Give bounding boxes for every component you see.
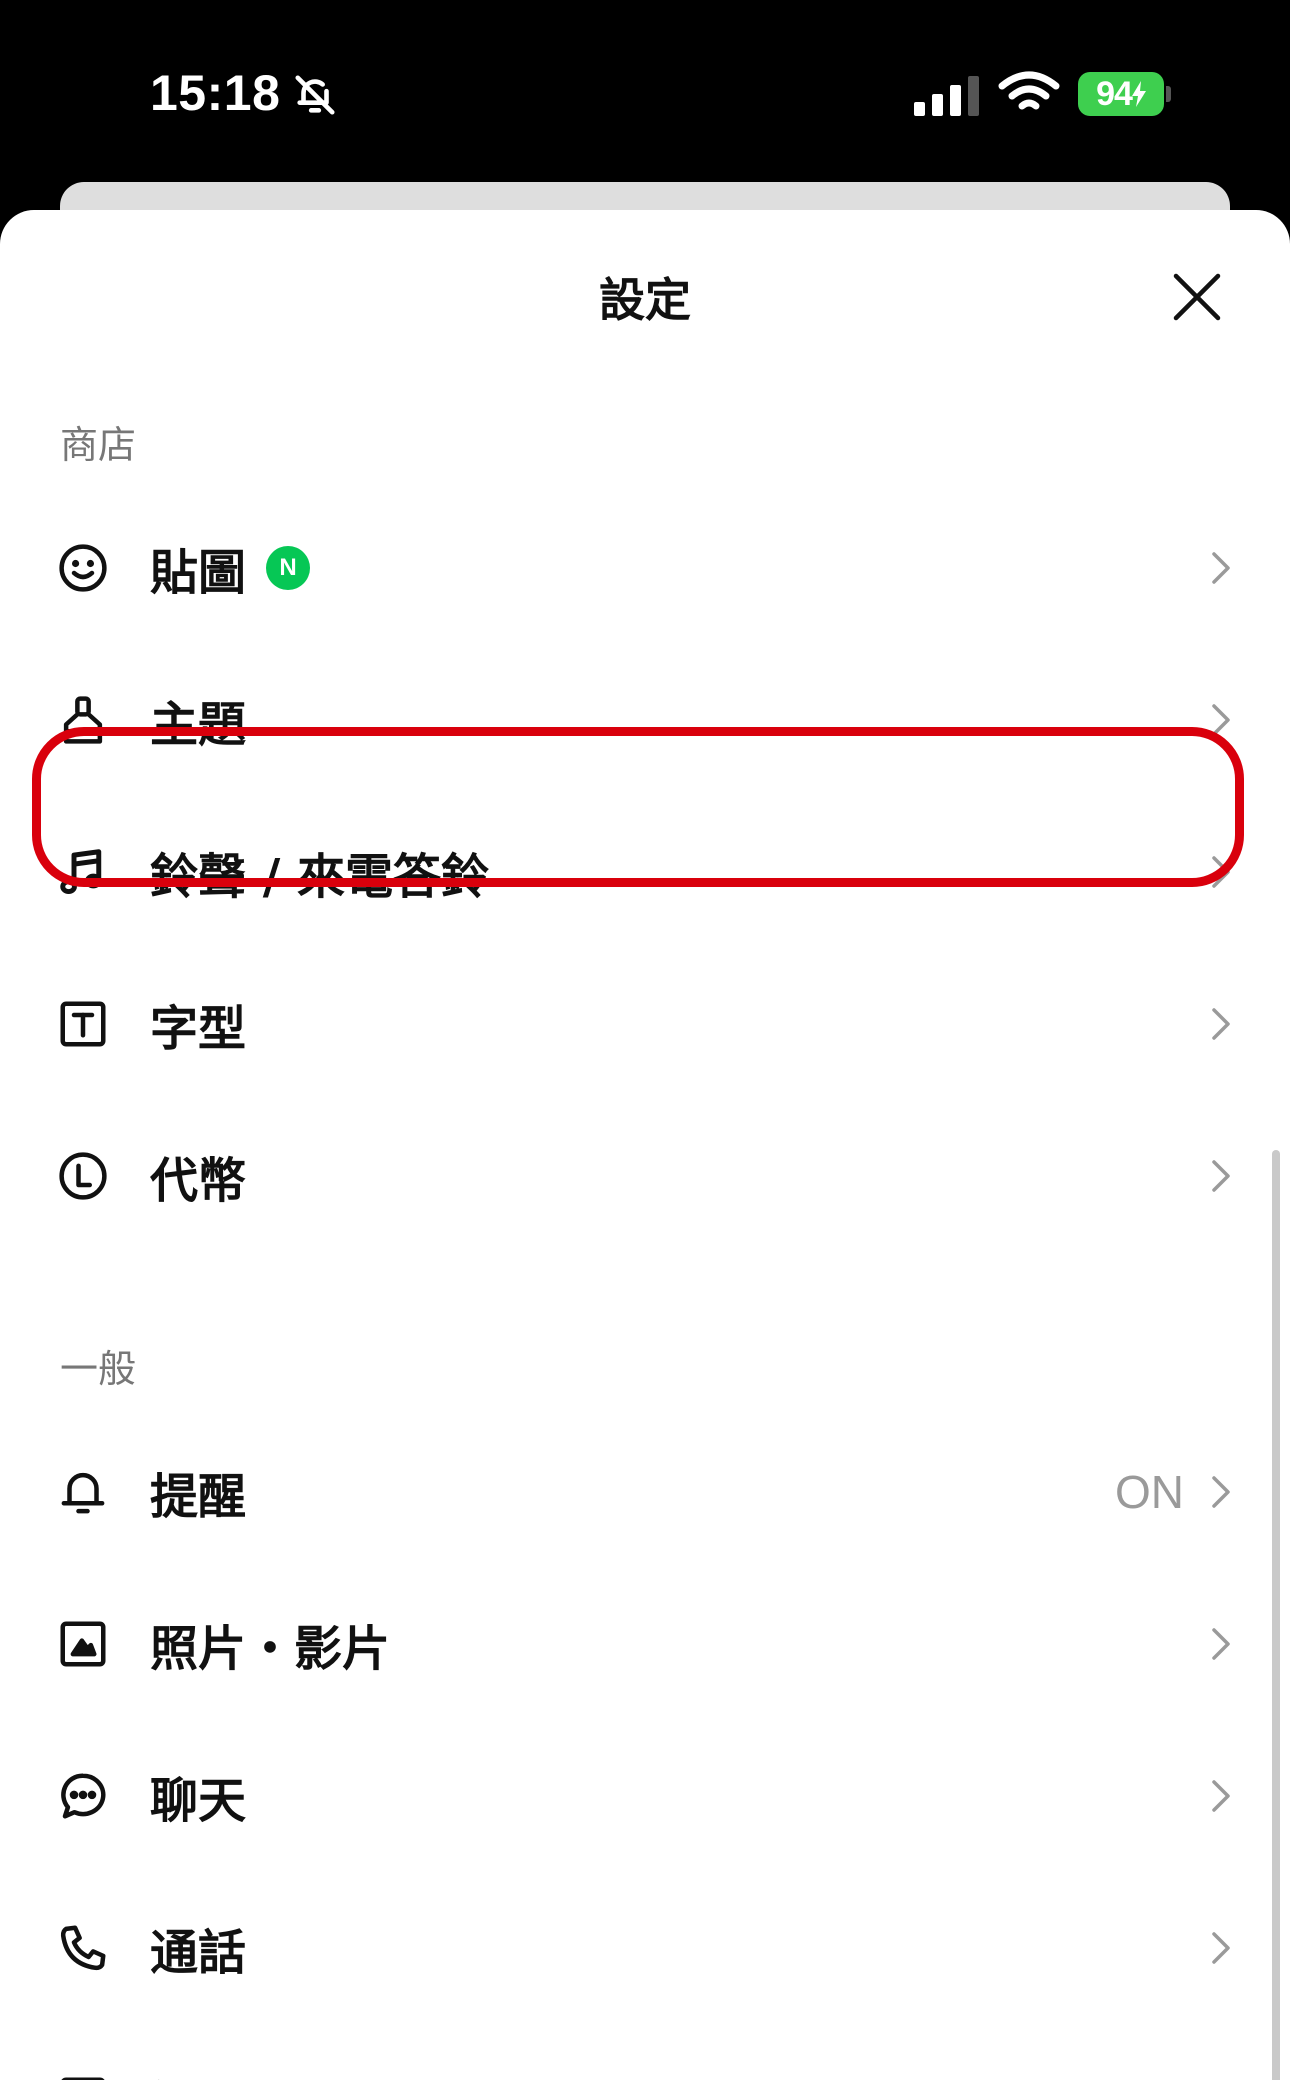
- settings-item-label: 好友: [150, 2065, 246, 2080]
- notifications-status: ON: [1115, 1466, 1184, 1518]
- battery-indicator: 94: [1078, 72, 1164, 116]
- cellular-signal-icon: [914, 76, 979, 116]
- settings-item-label: 字型: [150, 1001, 247, 1057]
- battery-charging-icon: [1131, 81, 1146, 107]
- coin-icon: [59, 1152, 107, 1200]
- phone-icon: [60, 1925, 106, 1971]
- settings-item-label: 通話: [150, 1925, 247, 1981]
- settings-item-label: 聊天: [150, 1773, 247, 1829]
- scrollbar[interactable]: [1272, 1150, 1280, 2080]
- settings-sheet: 設定 商店 貼圖 N 主題 鈴聲 / 來電答鈴 字型 代幣 一般 提醒 ON 照…: [0, 210, 1290, 2080]
- status-bar: 15:18 94: [0, 0, 1290, 185]
- settings-item-label: 提醒: [150, 1469, 247, 1525]
- bell-icon: [61, 1472, 105, 1514]
- settings-item-fonts[interactable]: 字型: [0, 948, 1290, 1100]
- smiley-icon: [59, 544, 107, 592]
- chevron-right-icon: [1212, 1780, 1230, 1812]
- section-header-general: 一般: [60, 1347, 137, 1391]
- chevron-right-icon: [1212, 1476, 1230, 1508]
- chevron-right-icon: [1212, 552, 1230, 584]
- friends-icon: [61, 2077, 105, 2080]
- settings-item-label: 代幣: [150, 1153, 247, 1209]
- battery-cap: [1166, 86, 1171, 102]
- chevron-right-icon: [1212, 1160, 1230, 1192]
- settings-item-calls[interactable]: 通話: [0, 1872, 1290, 2024]
- chevron-right-icon: [1212, 1932, 1230, 1964]
- settings-item-label: 照片・影片: [150, 1621, 391, 1677]
- chevron-right-icon: [1212, 1008, 1230, 1040]
- chat-bubble-icon: [61, 1773, 106, 1819]
- settings-item-stickers[interactable]: 貼圖 N: [0, 492, 1290, 644]
- bell-off-icon: [295, 75, 335, 115]
- settings-item-coins[interactable]: 代幣: [0, 1100, 1290, 1252]
- chevron-right-icon: [1212, 1628, 1230, 1660]
- page-title: 設定: [599, 273, 691, 327]
- settings-item-friends[interactable]: 好友: [0, 2024, 1290, 2080]
- settings-item-notifications[interactable]: 提醒 ON: [0, 1416, 1290, 1568]
- status-time: 15:18: [150, 65, 281, 121]
- highlight-annotation: [32, 727, 1244, 887]
- wifi-icon: [998, 71, 1060, 110]
- close-icon[interactable]: [1170, 270, 1224, 324]
- settings-item-label: 貼圖: [150, 545, 247, 601]
- settings-item-chats[interactable]: 聊天: [0, 1720, 1290, 1872]
- photo-icon: [60, 1621, 106, 1667]
- new-badge: N: [266, 546, 310, 590]
- settings-item-photos-videos[interactable]: 照片・影片: [0, 1568, 1290, 1720]
- battery-level: 94: [1096, 74, 1133, 113]
- font-icon: [60, 1001, 106, 1047]
- section-header-store: 商店: [60, 423, 137, 467]
